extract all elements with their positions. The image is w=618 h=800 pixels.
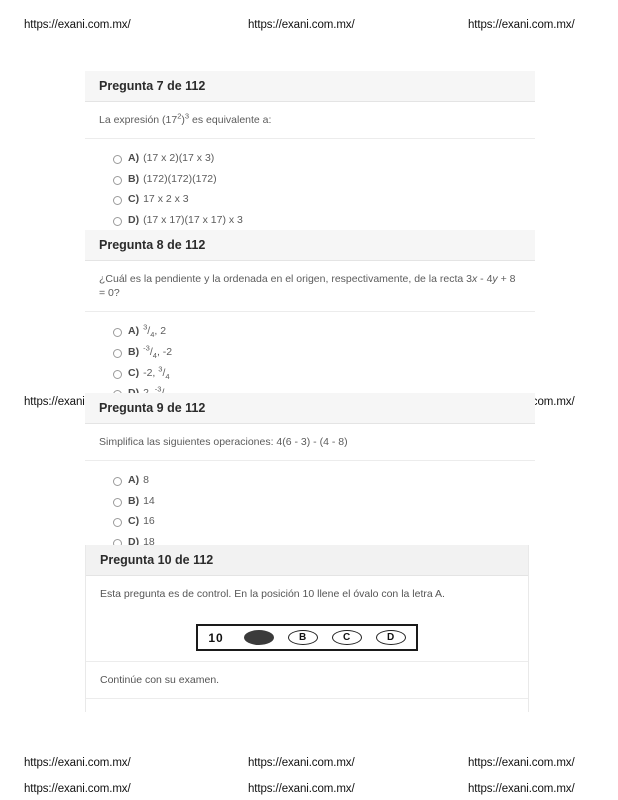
continue-text: Continúe con su examen.: [86, 662, 528, 700]
option-text: (172)(172)(172): [143, 172, 217, 185]
radio-icon[interactable]: [113, 497, 122, 507]
option-tail: , -2: [156, 345, 173, 358]
option-row[interactable]: A) Pregunta de control.: [86, 708, 528, 712]
option-text: -3/4, -2: [143, 343, 173, 360]
watermark-url: https://exani.com.mx/: [248, 757, 355, 769]
option-row[interactable]: C) 16: [85, 512, 535, 533]
radio-icon[interactable]: [113, 196, 122, 206]
stem-part: La expresión (17: [99, 114, 178, 126]
bubble-oval-d[interactable]: D: [375, 630, 406, 646]
question-stem: Simplifica las siguientes operaciones: 4…: [85, 424, 535, 462]
fraction-numerator: 3: [143, 322, 148, 332]
stem-part: - 4: [477, 273, 493, 285]
stem-part: ¿Cuál es la pendiente y la ordenada en e…: [99, 273, 472, 285]
option-tail: , 2: [154, 324, 167, 337]
radio-icon[interactable]: [113, 154, 122, 164]
question-body: Esta pregunta es de control. En la posic…: [86, 576, 528, 712]
option-letter: A): [128, 473, 140, 486]
question-header: Pregunta 8 de 112: [85, 230, 535, 261]
question-header: Pregunta 9 de 112: [85, 393, 535, 424]
option-row[interactable]: B) 14: [85, 491, 535, 512]
watermark-url: https://exani.com.mx/: [468, 783, 575, 795]
fraction-numerator: 3: [158, 364, 163, 374]
option-row[interactable]: A) 8: [85, 470, 535, 491]
option-letter: D): [128, 214, 140, 227]
radio-icon[interactable]: [113, 369, 122, 379]
option-text: 14: [143, 494, 155, 507]
answer-sheet-diagram: 10 A B C D: [86, 612, 528, 663]
option-letter: B): [128, 494, 140, 507]
bubble-row: 10 A B C D: [196, 624, 418, 652]
option-letter: C): [128, 193, 140, 206]
stem-part: es equivalente a:: [189, 114, 272, 126]
fraction-numerator: -3: [143, 343, 150, 353]
radio-icon[interactable]: [113, 476, 122, 486]
radio-icon[interactable]: [113, 217, 122, 227]
question-card-10: Pregunta 10 de 112 Esta pregunta es de c…: [85, 545, 529, 712]
option-row[interactable]: B) -3/4, -2: [85, 342, 535, 363]
option-lead: -2,: [143, 366, 159, 379]
watermark-url: https://exani.com.mx/: [248, 19, 355, 31]
fraction-denominator: 4: [165, 371, 170, 381]
option-text: 17 x 2 x 3: [143, 193, 189, 206]
radio-icon[interactable]: [113, 518, 122, 528]
option-text: 16: [143, 515, 155, 528]
watermark-url: https://exani.com.mx/: [468, 757, 575, 769]
radio-icon[interactable]: [113, 175, 122, 185]
option-row[interactable]: A) (17 x 2)(17 x 3): [85, 148, 535, 169]
option-letter: B): [128, 172, 140, 185]
option-text: 8: [143, 473, 149, 486]
question-stem: Esta pregunta es de control. En la posic…: [100, 588, 445, 600]
question-card-9: Pregunta 9 de 112 Simplifica las siguien…: [85, 393, 535, 566]
option-letter: C): [128, 515, 140, 528]
question-stem: La expresión (172)3 es equivalente a:: [85, 102, 535, 140]
bubble-oval-c[interactable]: C: [331, 630, 362, 646]
option-letter: B): [128, 345, 140, 358]
option-text: 3/4, 2: [143, 322, 167, 340]
option-text: (17 x 17)(17 x 17) x 3: [143, 214, 243, 227]
radio-icon[interactable]: [113, 327, 122, 337]
question-header: Pregunta 7 de 112: [85, 71, 535, 102]
option-list: A) (17 x 2)(17 x 3) B) (172)(172)(172) C…: [85, 139, 535, 243]
question-body: La expresión (172)3 es equivalente a: A)…: [85, 102, 535, 243]
option-list: A) Pregunta de control. B) Pregunta de c…: [86, 699, 528, 712]
watermark-url: https://exani.com.mx/: [468, 19, 575, 31]
option-text: Pregunta de control.: [142, 711, 237, 712]
watermark-url: https://exani.com.mx/: [24, 783, 131, 795]
bubble-oval-a[interactable]: A: [243, 630, 274, 646]
bubble-row-number: 10: [208, 630, 224, 645]
option-text: -2, 3/4: [143, 364, 170, 381]
question-card-7: Pregunta 7 de 112 La expresión (172)3 es…: [85, 71, 535, 244]
option-row[interactable]: C) -2, 3/4: [85, 363, 535, 384]
option-row[interactable]: C) 17 x 2 x 3: [85, 190, 535, 211]
radio-icon[interactable]: [113, 348, 122, 358]
watermark-url: https://exani.com.mx/: [24, 19, 131, 31]
question-stem: ¿Cuál es la pendiente y la ordenada en e…: [85, 261, 535, 313]
option-letter: A): [128, 151, 140, 164]
watermark-url: https://exani.com.mx/: [24, 757, 131, 769]
option-letter: C): [128, 366, 140, 379]
bubble-oval-b[interactable]: B: [287, 630, 318, 646]
watermark-url: https://exani.com.mx/: [248, 783, 355, 795]
option-row[interactable]: D) (17 x 17)(17 x 17) x 3: [85, 211, 535, 232]
question-header: Pregunta 10 de 112: [86, 545, 528, 576]
question-card-8: Pregunta 8 de 112 ¿Cuál es la pendiente …: [85, 230, 535, 417]
option-row[interactable]: B) (172)(172)(172): [85, 169, 535, 190]
option-letter: A): [127, 711, 138, 712]
option-text: (17 x 2)(17 x 3): [143, 151, 215, 164]
option-letter: A): [128, 324, 140, 337]
option-row[interactable]: A) 3/4, 2: [85, 321, 535, 342]
